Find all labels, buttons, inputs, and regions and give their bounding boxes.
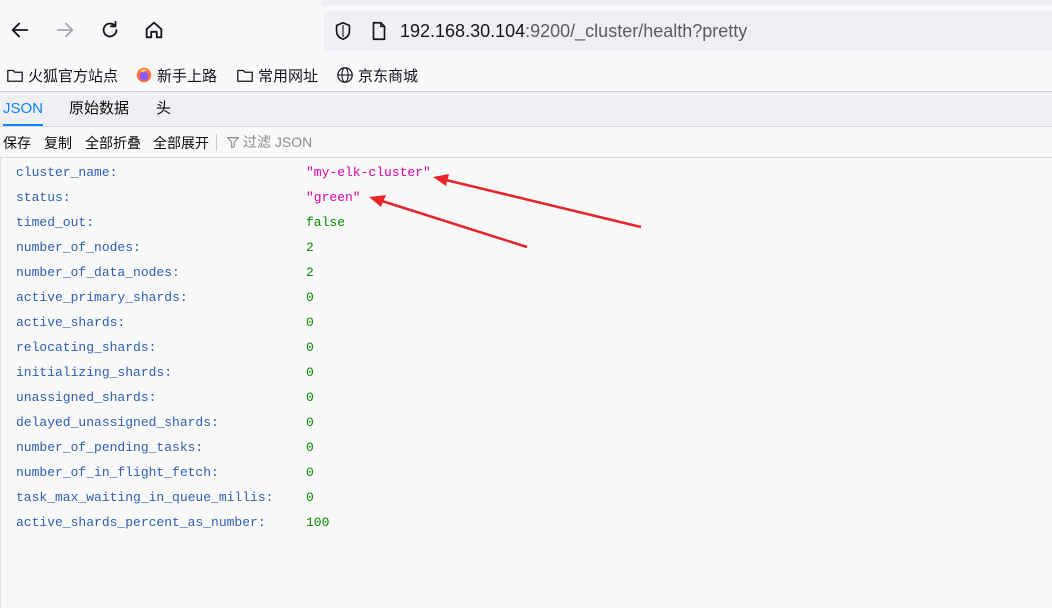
json-row[interactable]: unassigned_shards: 0 xyxy=(1,385,1052,410)
tab-strip xyxy=(0,0,1052,6)
tab-raw-data[interactable]: 原始数据 xyxy=(69,92,129,126)
globe-icon xyxy=(337,67,353,83)
bookmark-jd-mall[interactable]: 京东商城 xyxy=(336,64,418,86)
json-key: number_of_nodes: xyxy=(16,240,141,255)
folder-icon xyxy=(237,69,253,82)
page-info-icon[interactable] xyxy=(368,20,390,42)
json-row[interactable]: active_shards: 0 xyxy=(1,310,1052,335)
bookmark-getting-started[interactable]: 新手上路 xyxy=(135,64,217,86)
collapse-all-button[interactable]: 全部折叠 xyxy=(85,127,141,157)
filter-placeholder: 过滤 JSON xyxy=(243,134,313,150)
save-button[interactable]: 保存 xyxy=(3,127,31,157)
json-value: 0 xyxy=(306,390,314,405)
json-value: 0 xyxy=(306,315,314,330)
bookmark-label: 新手上路 xyxy=(157,67,218,85)
firefox-icon xyxy=(136,67,152,83)
json-value: 0 xyxy=(306,465,314,480)
reload-button[interactable] xyxy=(96,16,124,44)
json-row[interactable]: number_of_in_flight_fetch: 0 xyxy=(1,460,1052,485)
json-value: 2 xyxy=(306,265,314,280)
json-value: "my-elk-cluster" xyxy=(306,165,431,180)
bookmark-common-sites[interactable]: 常用网址 xyxy=(236,64,318,86)
url-path: :9200/_cluster/health?pretty xyxy=(525,21,748,41)
json-tree: cluster_name: "my-elk-cluster" status: "gre… xyxy=(0,158,1052,608)
json-viewer-toolbar: 保存 复制 全部折叠 全部展开 过滤 JSON xyxy=(0,127,1052,158)
json-row[interactable]: delayed_unassigned_shards: 0 xyxy=(1,410,1052,435)
back-button[interactable] xyxy=(6,16,34,44)
home-icon xyxy=(145,21,163,39)
filter-icon xyxy=(227,137,239,149)
json-row[interactable]: active_shards_percent_as_number: 100 xyxy=(1,510,1052,535)
bookmarks-toolbar: 火狐官方站点 新手上路 常用网址 京东商城 xyxy=(0,60,1052,90)
json-value: 0 xyxy=(306,365,314,380)
json-value: 2 xyxy=(306,240,314,255)
tracking-protection-shield-icon[interactable] xyxy=(332,20,354,42)
tab-json[interactable]: JSON xyxy=(3,92,44,126)
json-value: false xyxy=(306,215,346,230)
back-arrow-icon xyxy=(11,22,29,38)
json-key: initializing_shards: xyxy=(16,365,173,380)
json-key: delayed_unassigned_shards: xyxy=(16,415,219,430)
json-value: 0 xyxy=(306,290,314,305)
expand-all-button[interactable]: 全部展开 xyxy=(153,127,209,157)
navigation-toolbar: 192.168.30.104:9200/_cluster/health?pret… xyxy=(0,0,1052,60)
json-row[interactable]: number_of_data_nodes: 2 xyxy=(1,260,1052,285)
json-key: number_of_data_nodes: xyxy=(16,265,180,280)
url-bar[interactable]: 192.168.30.104:9200/_cluster/health?pret… xyxy=(324,11,1052,51)
reload-icon xyxy=(102,20,118,38)
json-row[interactable]: active_primary_shards: 0 xyxy=(1,285,1052,310)
json-value: 100 xyxy=(306,515,330,530)
copy-button[interactable]: 复制 xyxy=(44,127,72,157)
json-row[interactable]: task_max_waiting_in_queue_millis: 0 xyxy=(1,485,1052,510)
json-value: 0 xyxy=(306,415,314,430)
url-host: 192.168.30.104 xyxy=(400,21,526,41)
bookmark-label: 常用网址 xyxy=(258,67,319,85)
json-value: 0 xyxy=(306,340,314,355)
json-key: task_max_waiting_in_queue_millis: xyxy=(16,490,274,505)
json-row[interactable]: status: "green" xyxy=(1,185,1052,210)
json-row[interactable]: number_of_pending_tasks: 0 xyxy=(1,435,1052,460)
json-key: active_primary_shards: xyxy=(16,290,188,305)
url-text[interactable]: 192.168.30.104:9200/_cluster/health?pret… xyxy=(400,20,747,42)
json-key: relocating_shards: xyxy=(16,340,157,355)
tab-headers[interactable]: 头 xyxy=(156,92,171,126)
json-key: active_shards: xyxy=(16,315,126,330)
json-row[interactable]: timed_out: false xyxy=(1,210,1052,235)
json-key: active_shards_percent_as_number: xyxy=(16,515,266,530)
json-viewer-tabs: JSON 原始数据 头 xyxy=(0,92,1052,127)
json-row[interactable]: initializing_shards: 0 xyxy=(1,360,1052,385)
home-button[interactable] xyxy=(140,16,168,44)
bookmark-label: 火狐官方站点 xyxy=(28,67,119,85)
toolbar-divider xyxy=(216,134,217,151)
forward-arrow-icon xyxy=(56,22,74,38)
json-key: status: xyxy=(16,190,71,205)
active-tab-edge[interactable] xyxy=(0,0,322,6)
forward-button[interactable] xyxy=(51,16,79,44)
json-key: timed_out: xyxy=(16,215,95,230)
bookmark-label: 京东商城 xyxy=(358,67,419,85)
json-row[interactable]: cluster_name: "my-elk-cluster" xyxy=(1,160,1052,185)
json-key: number_of_pending_tasks: xyxy=(16,440,204,455)
json-row[interactable]: relocating_shards: 0 xyxy=(1,335,1052,360)
json-row[interactable]: number_of_nodes: 2 xyxy=(1,235,1052,260)
bookmark-firefox-official[interactable]: 火狐官方站点 xyxy=(6,64,118,86)
json-value: "green" xyxy=(306,190,361,205)
json-value: 0 xyxy=(306,490,314,505)
json-value: 0 xyxy=(306,440,314,455)
folder-icon xyxy=(7,69,23,82)
json-key: unassigned_shards: xyxy=(16,390,157,405)
json-key: number_of_in_flight_fetch: xyxy=(16,465,219,480)
filter-json-input[interactable]: 过滤 JSON xyxy=(226,127,312,157)
json-key: cluster_name: xyxy=(16,165,118,180)
